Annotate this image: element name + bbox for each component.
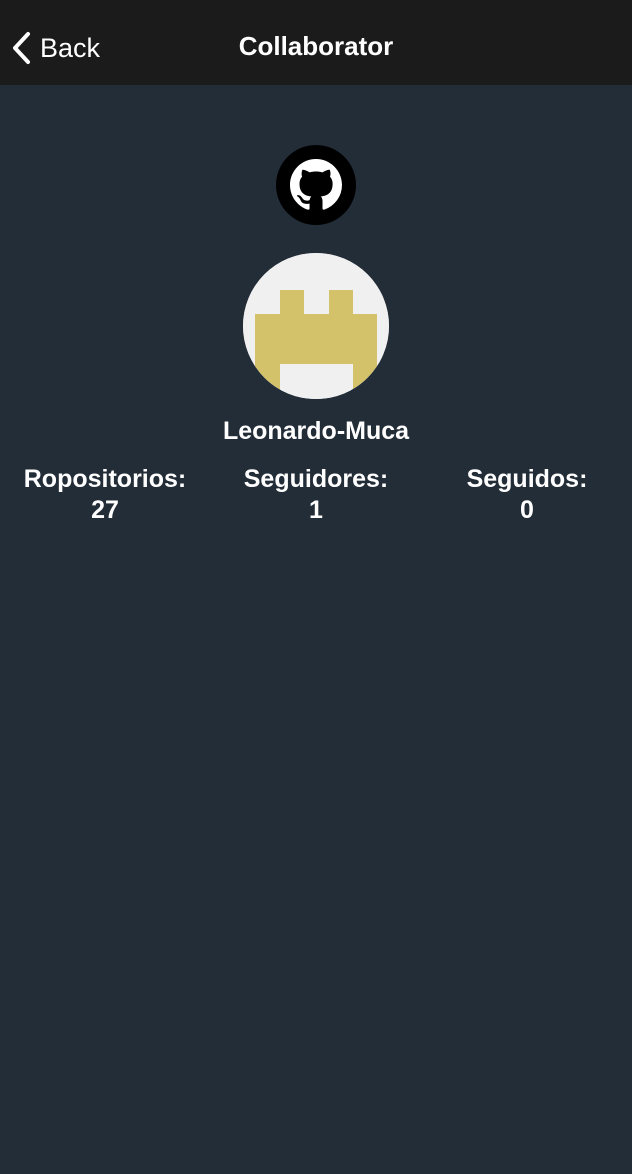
stat-value: 1 [309,496,323,524]
navigation-bar: Back Collaborator [0,0,632,85]
github-badge [276,145,356,225]
stats-row: Ropositorios: 27 Seguidores: 1 Seguidos:… [0,464,632,534]
stat-label: Seguidos: [466,465,588,493]
stat-label: Ropositorios: [23,465,187,493]
github-icon [290,159,342,210]
avatar [243,253,389,399]
stat-label: Seguidores: [243,465,389,493]
page-title: Collaborator [238,31,394,61]
stat-followers: Seguidores: 1 [211,464,421,526]
stat-value: 27 [91,496,119,524]
stat-value: 0 [520,496,534,524]
username: Leonardo-Muca [222,417,410,445]
stat-following: Seguidos: 0 [422,464,632,526]
identicon-avatar [243,253,389,399]
stat-repositories: Ropositorios: 27 [0,464,210,526]
